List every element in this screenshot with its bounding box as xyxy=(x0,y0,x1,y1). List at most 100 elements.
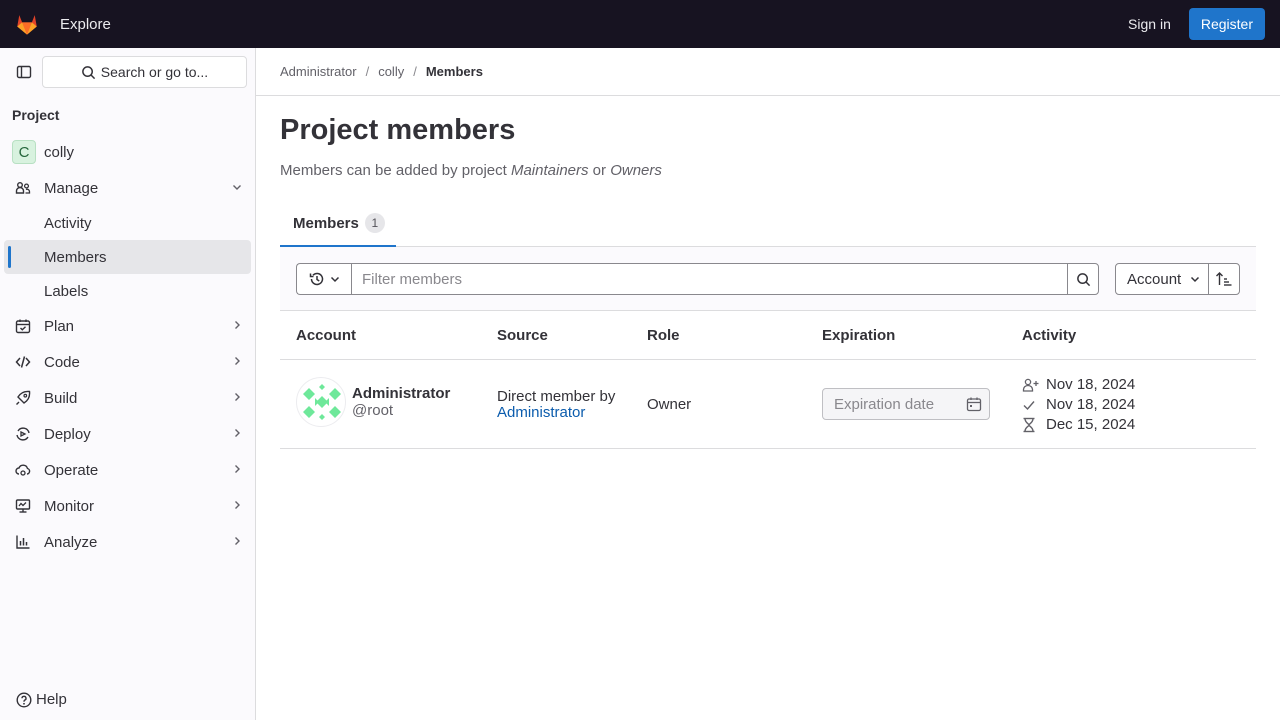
register-button[interactable]: Register xyxy=(1188,8,1265,40)
page-subtitle: Members can be added by project Maintain… xyxy=(280,162,1256,179)
member-source-link[interactable]: Administrator xyxy=(497,404,585,421)
users-icon xyxy=(14,179,32,197)
tab-members[interactable]: Members 1 xyxy=(280,201,396,247)
sidebar-item-manage[interactable]: Manage xyxy=(4,170,251,206)
rocket-icon xyxy=(14,389,32,407)
subtitle-text: Members can be added by project xyxy=(280,162,511,179)
question-icon xyxy=(16,691,32,708)
chevron-down-icon xyxy=(330,276,339,283)
member-role: Owner xyxy=(647,396,692,413)
history-icon xyxy=(309,272,323,286)
tabs: Members 1 xyxy=(280,201,1256,247)
activity-date: Nov 18, 2024 xyxy=(1046,376,1136,393)
column-header-account: Account xyxy=(296,327,356,344)
sidebar-item-plan[interactable]: Plan xyxy=(4,308,251,344)
member-username: @root xyxy=(352,402,394,419)
page-title: Project members xyxy=(280,114,516,146)
activity-user-created: Nov 18, 2024 xyxy=(1022,376,1135,393)
sidebar-item-labels[interactable]: Labels xyxy=(4,274,251,308)
sidebar: Search or go to... Project C colly Manag… xyxy=(0,48,256,720)
chevron-right-icon xyxy=(235,465,240,473)
sidebar-item-label: Deploy xyxy=(44,425,91,443)
sidebar-item-deploy[interactable]: Deploy xyxy=(4,416,251,452)
activity-last-activity: Dec 15, 2024 xyxy=(1022,416,1135,433)
sort-field-dropdown[interactable]: Account xyxy=(1115,263,1209,295)
sidebar-item-label: Plan xyxy=(44,317,75,335)
sidebar-item-label: Members xyxy=(44,248,107,266)
tab-label: Members xyxy=(293,214,359,232)
help-label: Help xyxy=(36,691,67,708)
chevron-right-icon xyxy=(235,321,240,329)
count-badge: 1 xyxy=(364,213,385,233)
breadcrumb-item[interactable]: colly xyxy=(378,64,404,79)
sign-in-link[interactable]: Sign in xyxy=(1128,16,1171,32)
code-icon xyxy=(14,353,32,371)
table-row: Administrator @root Direct member by Adm… xyxy=(280,360,1256,449)
main-content: Project members Members can be added by … xyxy=(280,96,1256,449)
sidebar-item-code[interactable]: Code xyxy=(4,344,251,380)
sidebar-item-monitor[interactable]: Monitor xyxy=(4,488,251,524)
recent-searches-button[interactable] xyxy=(296,263,352,295)
search-button-label: Search or go to... xyxy=(100,64,209,80)
filter-bar: Filter members Account xyxy=(280,247,1256,311)
column-header-role: Role xyxy=(647,327,680,344)
breadcrumb-item[interactable]: Administrator xyxy=(280,64,357,79)
deployments-icon xyxy=(14,425,32,443)
sort-ascending-icon xyxy=(1216,272,1232,286)
cloud-gear-icon xyxy=(14,461,32,479)
breadcrumb-separator: / xyxy=(365,64,370,79)
expiration-date-field[interactable]: Expiration date xyxy=(822,388,990,420)
help-button[interactable]: Help xyxy=(16,691,67,708)
sidebar-item-operate[interactable]: Operate xyxy=(4,452,251,488)
sidebar-item-activity[interactable]: Activity xyxy=(4,206,251,240)
table-header: Account Source Role Expiration Activity xyxy=(280,311,1256,360)
sidebar-item-label: Manage xyxy=(44,179,99,197)
chevron-right-icon xyxy=(235,429,240,437)
activity-access-granted: Nov 18, 2024 xyxy=(1022,396,1135,413)
activity-date: Dec 15, 2024 xyxy=(1046,416,1136,433)
sidebar-project-name: colly xyxy=(44,143,75,161)
sidebar-project-link[interactable]: C colly xyxy=(4,134,251,170)
activity-date: Nov 18, 2024 xyxy=(1046,396,1136,413)
sidebar-item-label: Activity xyxy=(44,214,92,232)
search-icon xyxy=(81,65,95,79)
sort-direction-button[interactable] xyxy=(1208,263,1240,295)
chevron-down-icon xyxy=(233,185,241,190)
sidebar-toggle-icon[interactable] xyxy=(14,62,34,82)
filter-search-button[interactable] xyxy=(1067,263,1099,295)
subtitle-text: or xyxy=(588,162,611,179)
sidebar-item-build[interactable]: Build xyxy=(4,380,251,416)
calendar-icon xyxy=(966,397,982,412)
gitlab-logo-icon[interactable] xyxy=(14,11,40,37)
sidebar-item-label: Analyze xyxy=(44,533,98,551)
project-avatar: C xyxy=(12,140,36,164)
sidebar-item-label: Build xyxy=(44,389,78,407)
user-add-icon xyxy=(1022,377,1042,393)
breadcrumb-separator: / xyxy=(413,64,417,79)
chevron-right-icon xyxy=(235,357,240,365)
chevron-right-icon xyxy=(235,393,240,401)
avatar[interactable] xyxy=(296,377,346,427)
subtitle-role-owners: Owners xyxy=(610,162,662,179)
chevron-right-icon xyxy=(235,537,240,545)
member-source: Direct member by xyxy=(497,388,616,405)
member-name[interactable]: Administrator xyxy=(352,385,450,402)
check-icon xyxy=(1022,397,1042,413)
sidebar-item-label: Operate xyxy=(44,461,99,479)
sidebar-item-label: Code xyxy=(44,353,80,371)
search-icon xyxy=(1076,272,1090,286)
column-header-activity: Activity xyxy=(1022,327,1077,344)
sidebar-item-members[interactable]: Members xyxy=(4,240,251,274)
subtitle-role-maintainers: Maintainers xyxy=(510,162,589,179)
filter-members-input[interactable]: Filter members xyxy=(351,263,1068,295)
breadcrumb-current[interactable]: Members xyxy=(426,64,483,79)
hourglass-icon xyxy=(1022,417,1042,433)
sidebar-item-analyze[interactable]: Analyze xyxy=(4,524,251,560)
sidebar-section-title: Project xyxy=(12,107,60,123)
column-header-expiration: Expiration xyxy=(822,327,896,344)
chevron-down-icon xyxy=(1191,276,1200,283)
calendar-check-icon xyxy=(14,317,32,335)
explore-link[interactable]: Explore xyxy=(60,16,111,33)
sidebar-item-label: Monitor xyxy=(44,497,95,515)
search-button[interactable]: Search or go to... xyxy=(42,56,247,88)
